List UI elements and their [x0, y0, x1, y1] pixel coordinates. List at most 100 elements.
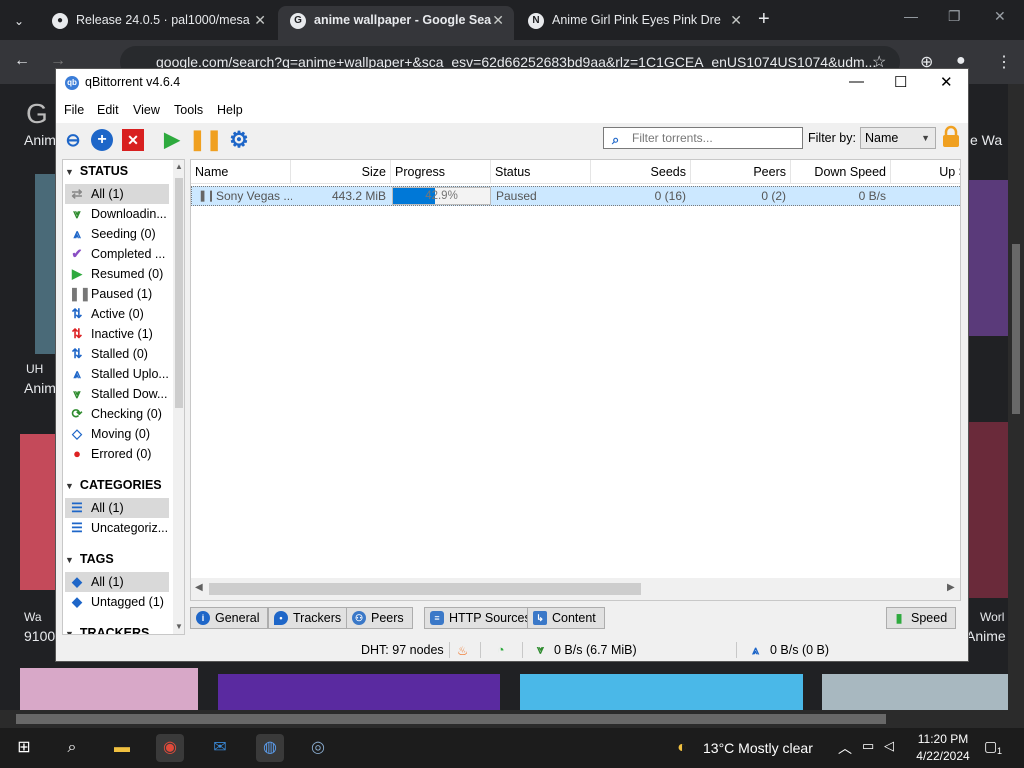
connection-status-icon[interactable]: ◔ — [497, 643, 505, 657]
status-filter-errored[interactable]: ● Errored (0) — [65, 444, 169, 464]
menu-help[interactable]: Help — [217, 103, 243, 117]
page-horizontal-scrollbar[interactable] — [0, 710, 1010, 728]
category-filter-uncategorized[interactable]: ☰ Uncategoriz... — [65, 518, 169, 538]
status-filter-stalled-uploading[interactable]: ⩓ Stalled Uplo... — [65, 364, 169, 384]
status-filter-stalled[interactable]: ⇅ Stalled (0) — [65, 344, 169, 364]
category-filter-all[interactable]: ☰ All (1) — [65, 498, 169, 518]
result-image[interactable] — [20, 434, 55, 590]
file-explorer-icon[interactable]: ▬ — [108, 734, 136, 762]
status-filter-paused[interactable]: ❚❚ Paused (1) — [65, 284, 169, 304]
more-menu-icon[interactable]: ⋮ — [996, 52, 1012, 72]
back-icon[interactable]: ← — [14, 52, 30, 70]
close-icon[interactable]: ✕ — [492, 6, 504, 34]
minimize-icon[interactable]: — — [849, 73, 864, 90]
column-up-speed[interactable]: Up S — [891, 160, 960, 184]
sidebar-scrollbar[interactable]: ▲ ▼ — [173, 160, 184, 634]
close-icon[interactable]: ✕ — [994, 8, 1006, 25]
status-filter-resumed[interactable]: ▶ Resumed (0) — [65, 264, 169, 284]
tag-filter-untagged[interactable]: ◆ Untagged (1) — [65, 592, 169, 612]
browser-tab-notion[interactable]: N Anime Girl Pink Eyes Pink Dre ✕ — [516, 6, 752, 40]
filter-by-select[interactable]: Name ▼ — [860, 127, 936, 149]
result-image[interactable] — [969, 180, 1008, 336]
steam-icon[interactable]: ◎ — [304, 734, 332, 762]
column-size[interactable]: Size — [291, 160, 391, 184]
column-name[interactable]: Name — [191, 160, 291, 184]
status-filter-checking[interactable]: ⟳ Checking (0) — [65, 404, 169, 424]
status-header[interactable]: ▼ STATUS — [65, 164, 128, 178]
system-clock[interactable]: 11:20 PM 4/22/2024 — [908, 731, 978, 765]
scroll-down-icon[interactable]: ▼ — [175, 622, 183, 631]
torrent-list-scrollbar[interactable]: ◀ ▶ — [191, 578, 960, 600]
result-image[interactable] — [969, 422, 1008, 598]
result-image[interactable] — [520, 674, 803, 710]
result-image[interactable] — [35, 174, 55, 354]
notification-center-icon[interactable]: ▢ — [984, 738, 997, 755]
tab-http-sources[interactable]: ≡ HTTP Sources — [424, 607, 540, 629]
pause-icon[interactable]: ❚❚ — [189, 127, 223, 153]
status-filter-downloading[interactable]: ⩔ Downloadin... — [65, 204, 169, 224]
add-link-icon[interactable]: ⊖ — [60, 127, 86, 153]
weather-icon[interactable]: ◐ — [668, 734, 696, 762]
tab-search-icon[interactable]: ⌄ — [8, 10, 30, 32]
scroll-left-icon[interactable]: ◀ — [195, 582, 203, 593]
column-status[interactable]: Status — [491, 160, 591, 184]
status-filter-active[interactable]: ⇅ Active (0) — [65, 304, 169, 324]
lock-icon[interactable] — [940, 125, 962, 149]
close-icon[interactable]: ✕ — [730, 6, 742, 34]
new-tab-icon[interactable]: + — [758, 8, 770, 31]
minimize-icon[interactable]: — — [904, 8, 918, 24]
result-image[interactable] — [20, 668, 198, 710]
weather-text[interactable]: 13°C Mostly clear — [703, 740, 813, 756]
table-row[interactable]: ❚❚ Sony Vegas ... 443.2 MiB 42.9% Paused… — [191, 186, 960, 206]
result-image[interactable] — [822, 674, 1008, 710]
qbittorrent-taskbar-icon[interactable]: ◍ — [256, 734, 284, 762]
menu-tools[interactable]: Tools — [174, 103, 203, 117]
mail-icon[interactable]: ✉ — [206, 734, 234, 762]
menu-file[interactable]: File — [64, 103, 84, 117]
menu-edit[interactable]: Edit — [97, 103, 119, 117]
status-filter-all[interactable]: ⇄ All (1) — [65, 184, 169, 204]
column-peers[interactable]: Peers — [691, 160, 791, 184]
trackers-header[interactable]: ▼ TRACKERS — [65, 626, 149, 634]
tab-content[interactable]: ↳ Content — [527, 607, 605, 629]
close-icon[interactable]: ✕ — [940, 73, 953, 91]
restore-icon[interactable]: ❐ — [948, 8, 961, 25]
download-speed[interactable]: 0 B/s (6.7 MiB) — [554, 643, 637, 657]
network-icon[interactable]: ▭ — [862, 738, 874, 754]
close-icon[interactable]: ✕ — [254, 6, 266, 34]
resume-icon[interactable]: ▶ — [159, 127, 185, 153]
scroll-up-icon[interactable]: ▲ — [175, 162, 183, 171]
tab-speed[interactable]: ▮ Speed — [886, 607, 957, 629]
status-filter-moving[interactable]: ◇ Moving (0) — [65, 424, 169, 444]
scroll-right-icon[interactable]: ▶ — [947, 582, 955, 593]
browser-tab-github[interactable]: ● Release 24.0.5 · pal1000/mesa ✕ — [40, 6, 276, 40]
column-down-speed[interactable]: Down Speed — [791, 160, 891, 184]
menu-view[interactable]: View — [133, 103, 160, 117]
maximize-icon[interactable]: ☐ — [894, 73, 907, 91]
page-vertical-scrollbar[interactable] — [1008, 84, 1024, 728]
filter-torrents-input[interactable]: ⌕ Filter torrents... — [603, 127, 803, 149]
options-gear-icon[interactable]: ⚙ — [226, 127, 252, 153]
delete-icon[interactable]: ✕ — [122, 129, 144, 151]
tab-trackers[interactable]: • Trackers — [268, 607, 351, 629]
status-filter-inactive[interactable]: ⇅ Inactive (1) — [65, 324, 169, 344]
upload-speed[interactable]: 0 B/s (0 B) — [770, 643, 829, 657]
flame-icon[interactable]: ♨ — [457, 643, 468, 658]
tags-header[interactable]: ▼ TAGS — [65, 552, 114, 566]
show-hidden-icons[interactable]: ︿ — [838, 738, 852, 758]
column-seeds[interactable]: Seeds — [591, 160, 691, 184]
volume-icon[interactable]: ◁ — [884, 738, 894, 754]
status-filter-completed[interactable]: ✔ Completed ... — [65, 244, 169, 264]
column-progress[interactable]: Progress — [391, 160, 491, 184]
search-icon[interactable]: ⌕ — [58, 734, 86, 762]
browser-tab-google[interactable]: G anime wallpaper - Google Sea ✕ — [278, 6, 514, 40]
chrome-icon[interactable]: ◉ — [156, 734, 184, 762]
tab-general[interactable]: i General — [190, 607, 269, 629]
tab-peers[interactable]: ⚇ Peers — [346, 607, 413, 629]
windows-start-icon[interactable]: ⊞ — [10, 734, 38, 762]
categories-header[interactable]: ▼ CATEGORIES — [65, 478, 162, 492]
add-torrent-icon[interactable]: + — [91, 129, 113, 151]
result-image[interactable] — [218, 674, 500, 710]
tag-filter-all[interactable]: ◆ All (1) — [65, 572, 169, 592]
status-filter-stalled-downloading[interactable]: ⩔ Stalled Dow... — [65, 384, 169, 404]
